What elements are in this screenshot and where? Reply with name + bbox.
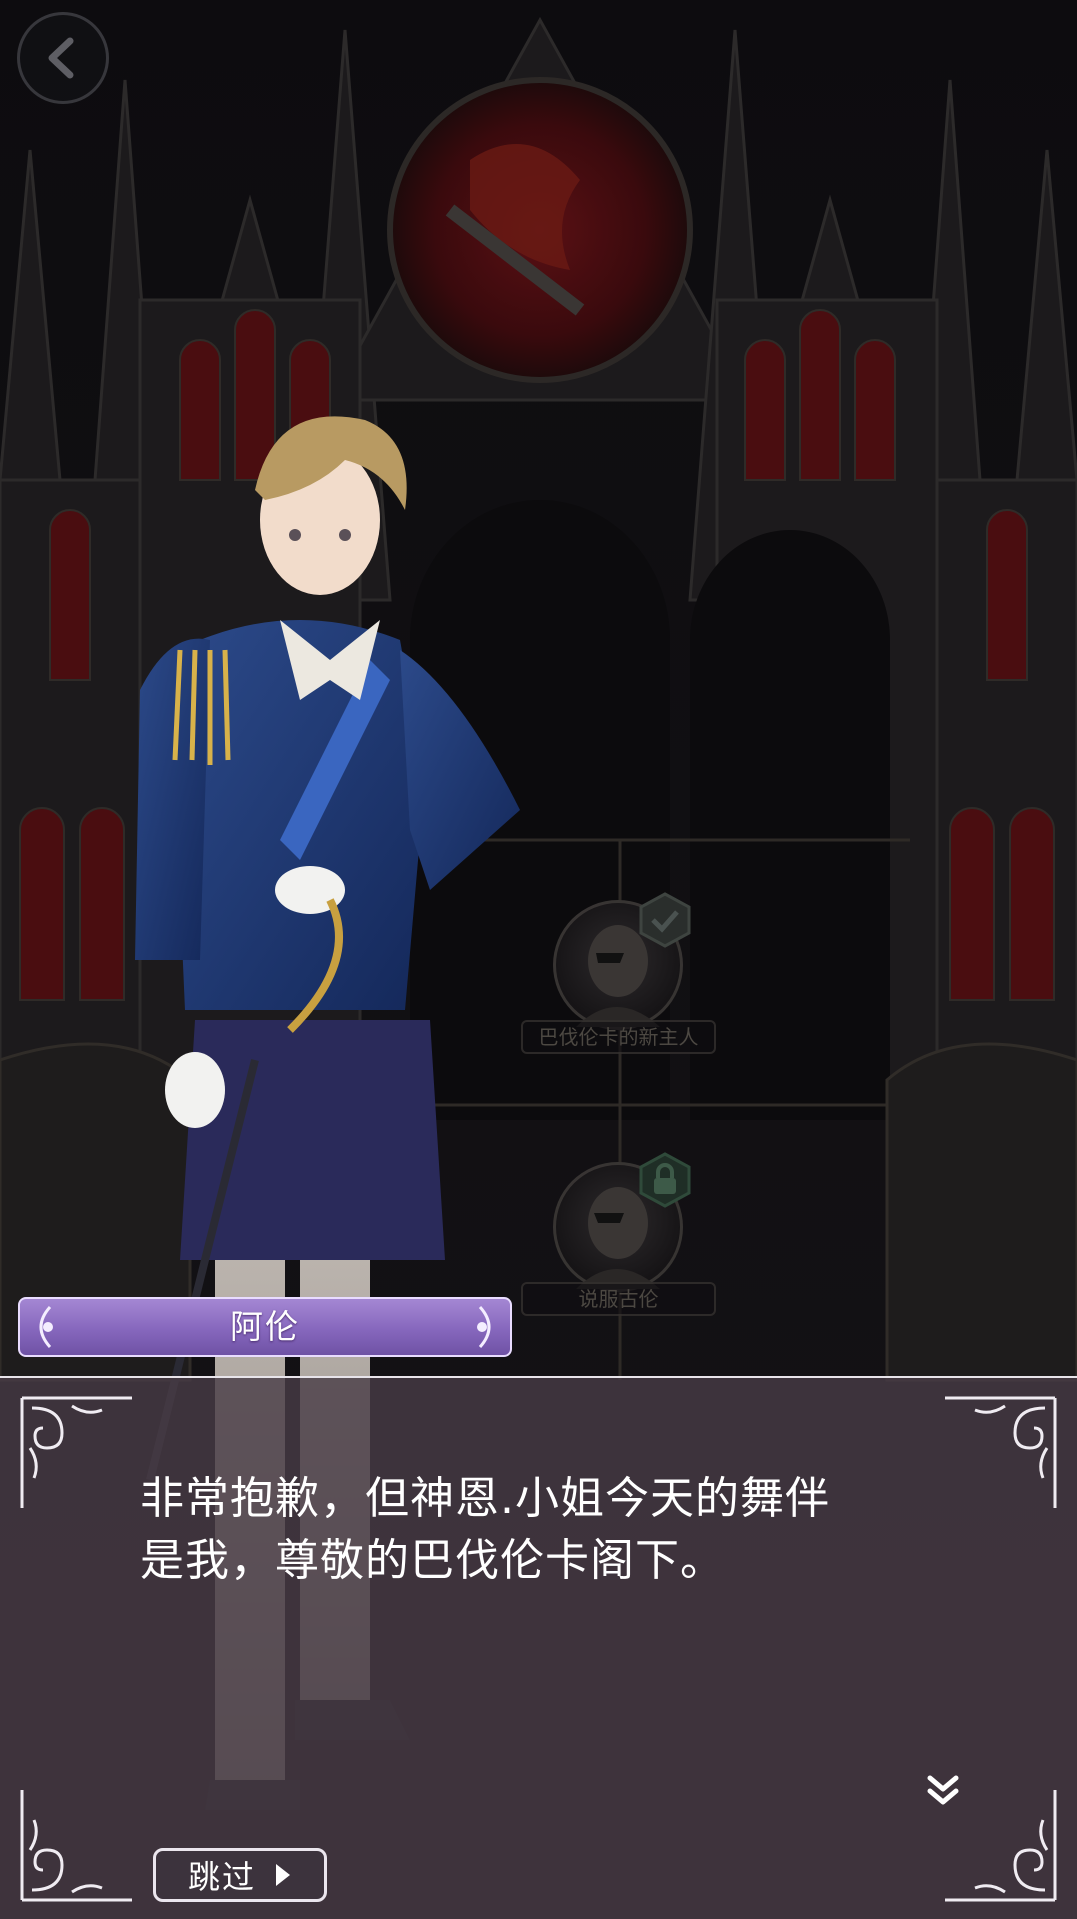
lock-icon [639, 1152, 691, 1208]
double-chevron-down-icon[interactable] [924, 1774, 962, 1808]
speaker-name: 阿伦 [230, 1307, 300, 1346]
story-node-label: 巴伐伦卡的新主人 [521, 1020, 716, 1054]
ornament-corner-bottom-right [945, 1790, 1057, 1902]
game-scene: 巴伐伦卡的新主人 说服古伦 阿伦 非常抱歉，但神恩.小姐今天的舞伴 是我，尊敬的… [0, 0, 1077, 1919]
back-arrow-icon [48, 37, 74, 79]
skip-label: 跳过 [187, 1858, 256, 1896]
skip-button[interactable]: 跳过 [153, 1848, 327, 1902]
plate-ornament-icon [477, 1305, 491, 1349]
story-node-label: 说服古伦 [521, 1282, 716, 1316]
check-icon [639, 892, 691, 948]
ornament-corner-bottom-left [20, 1790, 132, 1902]
dialog-box[interactable] [0, 1376, 1077, 1919]
back-button[interactable] [17, 12, 109, 104]
dialog-text: 非常抱歉，但神恩.小姐今天的舞伴 是我，尊敬的巴伐伦卡阁下。 [140, 1473, 830, 1586]
ornament-corner-top-left [20, 1396, 132, 1508]
ornament-corner-top-right [945, 1396, 1057, 1508]
play-arrow-icon [276, 1864, 290, 1886]
speaker-name-plate: 阿伦 [18, 1297, 512, 1357]
